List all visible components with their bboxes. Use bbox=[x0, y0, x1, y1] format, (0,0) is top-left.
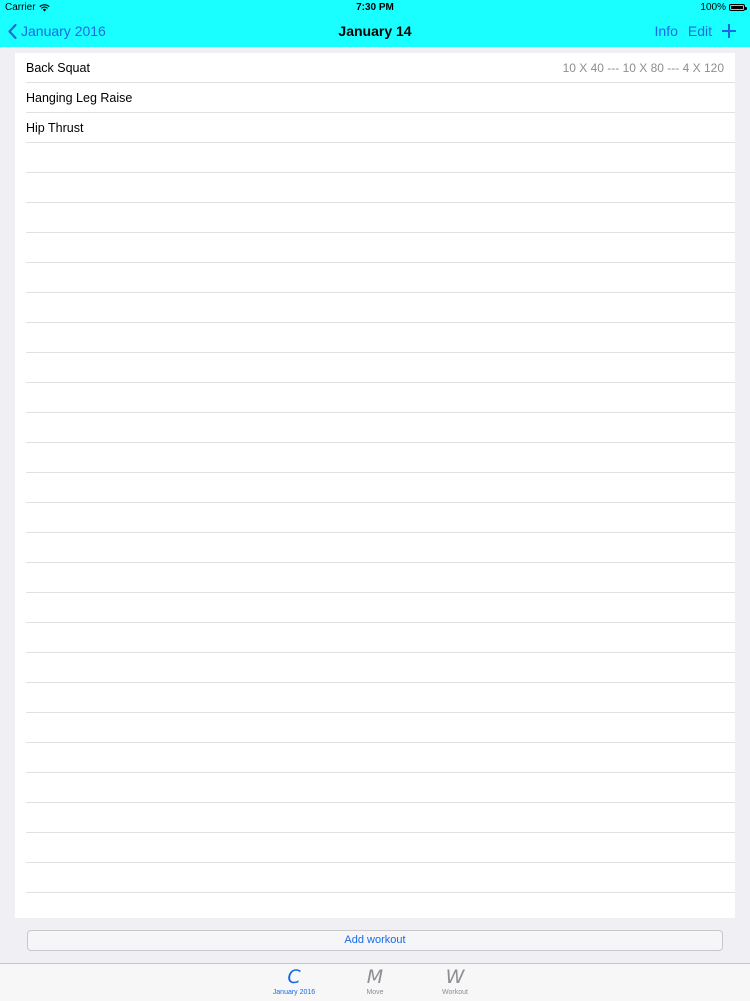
row-title: Hanging Leg Raise bbox=[26, 91, 133, 105]
empty-row bbox=[26, 713, 735, 743]
table-row[interactable]: Hanging Leg Raise bbox=[26, 83, 735, 113]
status-time: 7:30 PM bbox=[356, 2, 394, 13]
table-row[interactable]: Hip Thrust bbox=[26, 113, 735, 143]
row-detail: 10 X 40 --- 10 X 80 --- 4 X 120 bbox=[562, 61, 724, 75]
tab-label: Workout bbox=[442, 989, 468, 996]
workout-letter-icon: W bbox=[445, 966, 465, 988]
row-title: Back Squat bbox=[26, 61, 90, 75]
empty-row bbox=[26, 383, 735, 413]
add-workout-button[interactable]: Add workout bbox=[27, 930, 723, 951]
tab-label: Move bbox=[366, 989, 384, 996]
empty-row bbox=[26, 263, 735, 293]
empty-row bbox=[26, 893, 735, 918]
empty-row bbox=[26, 683, 735, 713]
page-title: January 14 bbox=[338, 23, 412, 39]
empty-row bbox=[26, 443, 735, 473]
empty-row bbox=[26, 473, 735, 503]
row-title: Hip Thrust bbox=[26, 121, 84, 135]
empty-row bbox=[26, 503, 735, 533]
empty-row bbox=[26, 413, 735, 443]
empty-row bbox=[26, 833, 735, 863]
navigation-bar: January 2016 January 14 Info Edit bbox=[0, 15, 750, 47]
status-bar: Carrier 7:30 PM 100% bbox=[0, 0, 750, 15]
empty-row bbox=[26, 743, 735, 773]
empty-row bbox=[26, 143, 735, 173]
empty-row bbox=[26, 773, 735, 803]
empty-row bbox=[26, 593, 735, 623]
empty-row bbox=[26, 233, 735, 263]
nav-actions: Info Edit bbox=[655, 15, 736, 47]
empty-row bbox=[26, 533, 735, 563]
empty-row bbox=[26, 293, 735, 323]
empty-row bbox=[26, 803, 735, 833]
header: Carrier 7:30 PM 100% January 2016 Januar… bbox=[0, 0, 750, 47]
empty-row bbox=[26, 863, 735, 893]
empty-rows bbox=[15, 143, 735, 918]
empty-row bbox=[26, 623, 735, 653]
status-right: 100% bbox=[700, 0, 747, 15]
tab-move[interactable]: M Move bbox=[345, 966, 405, 997]
table-row[interactable]: Back Squat 10 X 40 --- 10 X 80 --- 4 X 1… bbox=[26, 53, 735, 83]
battery-percent: 100% bbox=[700, 2, 726, 13]
empty-row bbox=[26, 173, 735, 203]
tab-label: January 2016 bbox=[272, 989, 316, 996]
empty-row bbox=[26, 563, 735, 593]
tab-bar: C January 2016 M Move W Workout bbox=[0, 963, 750, 1001]
empty-row bbox=[26, 203, 735, 233]
workout-table: Back Squat 10 X 40 --- 10 X 80 --- 4 X 1… bbox=[15, 53, 735, 918]
edit-button[interactable]: Edit bbox=[688, 23, 712, 39]
battery-icon bbox=[729, 4, 747, 11]
info-button[interactable]: Info bbox=[655, 23, 678, 39]
add-icon[interactable] bbox=[722, 24, 736, 38]
calendar-letter-icon: C bbox=[287, 966, 301, 988]
tab-workout[interactable]: W Workout bbox=[425, 966, 485, 997]
tab-calendar[interactable]: C January 2016 bbox=[264, 966, 324, 997]
empty-row bbox=[26, 653, 735, 683]
empty-row bbox=[26, 323, 735, 353]
move-letter-icon: M bbox=[366, 966, 384, 988]
empty-row bbox=[26, 353, 735, 383]
